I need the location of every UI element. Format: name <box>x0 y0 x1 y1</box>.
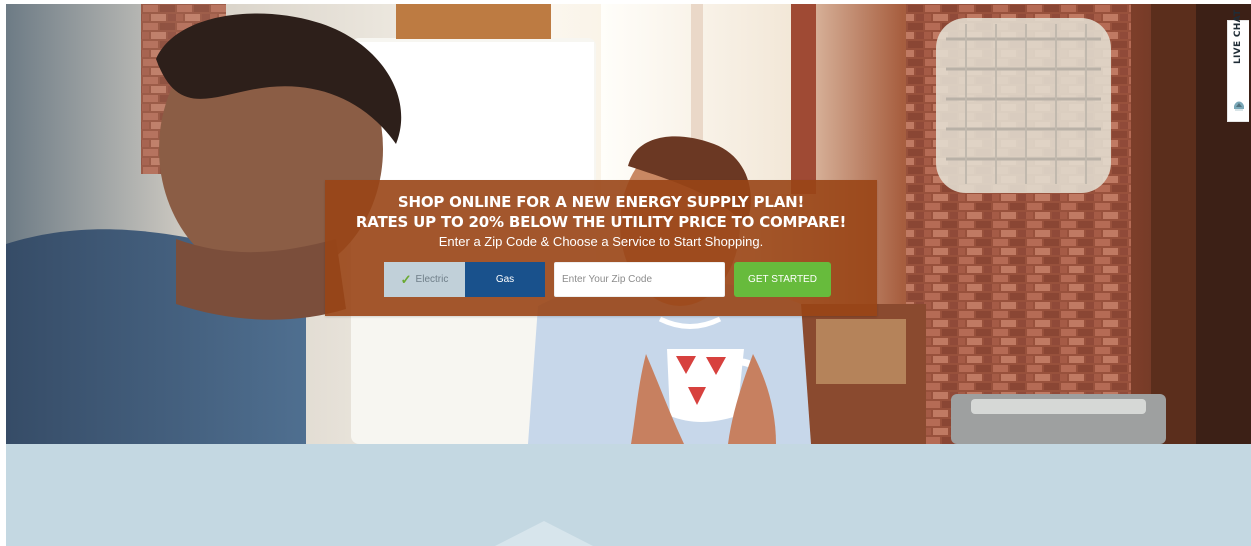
hero-banner: SHOP ONLINE FOR A NEW ENERGY SUPPLY PLAN… <box>6 4 1251 444</box>
gas-service-option[interactable]: Gas <box>465 262 545 297</box>
promo-headline-line-1: SHOP ONLINE FOR A NEW ENERGY SUPPLY PLAN… <box>397 193 805 211</box>
energy-plan-promo-panel: SHOP ONLINE FOR A NEW ENERGY SUPPLY PLAN… <box>325 180 877 316</box>
zip-code-input[interactable] <box>554 262 725 297</box>
electric-service-label: Electric <box>415 274 449 285</box>
gas-service-label: Gas <box>495 274 515 285</box>
energy-shopping-page: SHOP ONLINE FOR A NEW ENERGY SUPPLY PLAN… <box>0 0 1251 546</box>
lower-content-band <box>6 444 1251 546</box>
service-type-toggle: ✓ Electric Gas <box>384 262 545 297</box>
service-search-controls: ✓ Electric Gas GET STARTED <box>384 262 831 297</box>
get-started-button[interactable]: GET STARTED <box>734 262 831 297</box>
electric-service-option[interactable]: ✓ Electric <box>384 262 465 297</box>
live-chat-tab[interactable]: LIVE CHAT <box>1227 9 1249 122</box>
promo-instruction: Enter a Zip Code & Choose a Service to S… <box>438 234 764 249</box>
check-icon: ✓ <box>400 272 412 287</box>
section-arrow <box>495 521 593 546</box>
live-chat-label: LIVE CHAT <box>1233 9 1243 64</box>
promo-headline-line-2: RATES UP TO 20% BELOW THE UTILITY PRICE … <box>355 213 847 231</box>
chat-logo-icon <box>1233 98 1245 112</box>
